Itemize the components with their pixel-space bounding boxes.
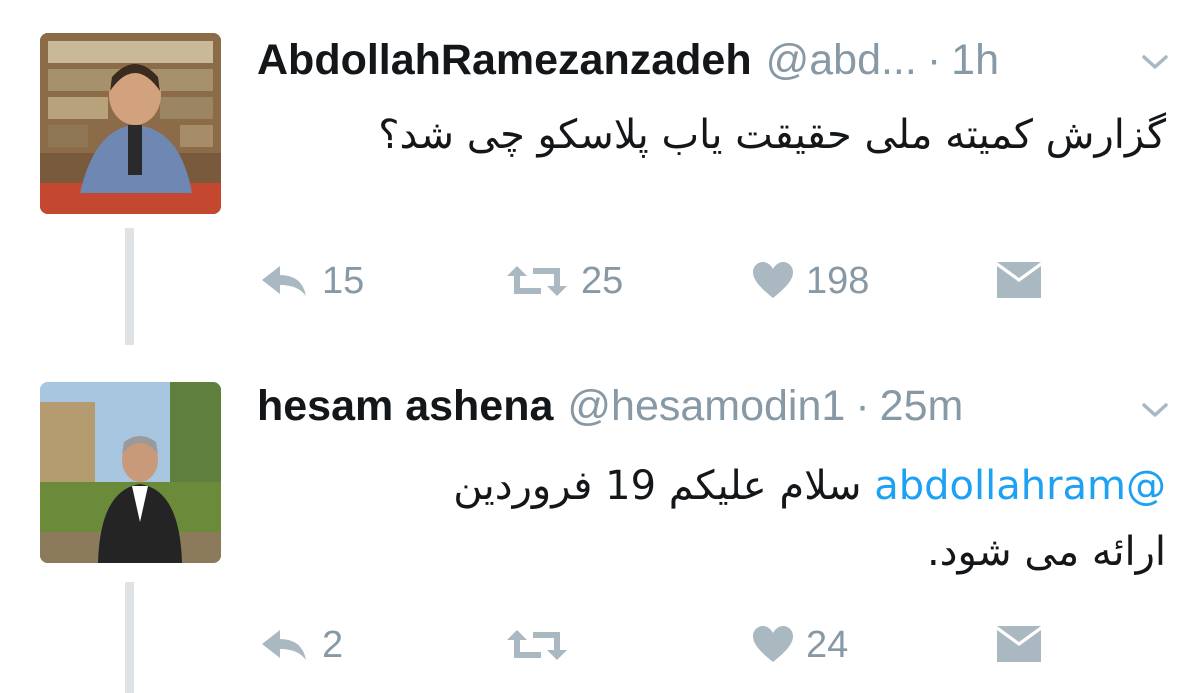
retweet-count: 25	[581, 259, 624, 302]
reply-icon	[262, 630, 306, 660]
tweet-header: hesam ashena @hesamodin1 · 25m	[257, 376, 963, 436]
person-avatar-icon	[40, 33, 221, 214]
tweet-text-line: ارائه می شود.	[926, 529, 1166, 575]
meta-separator: ·	[926, 36, 942, 84]
reply-count: 2	[322, 623, 344, 666]
like-count: 24	[806, 623, 849, 666]
author-name[interactable]: AbdollahRamezanzadeh	[257, 30, 752, 90]
retweet-action[interactable]: 25	[505, 256, 623, 306]
like-action[interactable]: 24	[752, 620, 848, 670]
tweet-1[interactable]: AbdollahRamezanzadeh @abd... · 1h گزارش …	[0, 0, 1200, 345]
tweet-text: @abdollahram سلام علیکم 19 فروردین ارائه…	[453, 453, 1166, 585]
heart-icon	[753, 262, 793, 298]
author-handle[interactable]: @abd...	[766, 30, 917, 90]
tweet-text-line: @abdollahram سلام علیکم 19 فروردین	[453, 453, 1166, 519]
reply-count: 15	[322, 259, 365, 302]
author-avatar-2[interactable]	[40, 382, 221, 563]
tweet-timestamp[interactable]: 1h	[951, 30, 999, 90]
envelope-icon	[997, 262, 1041, 298]
chevron-down-icon[interactable]	[1140, 400, 1170, 420]
person-avatar-icon	[40, 382, 221, 563]
retweet-action[interactable]	[505, 620, 569, 670]
tweet-actions: 15 25 198	[0, 256, 1200, 306]
heart-icon	[753, 626, 793, 662]
tweet-actions: 2 24	[0, 620, 1200, 670]
author-avatar-1[interactable]	[40, 33, 221, 214]
reply-icon	[262, 266, 306, 296]
mention-link[interactable]: @abdollahram	[874, 463, 1166, 509]
author-name[interactable]: hesam ashena	[257, 376, 553, 436]
like-count: 198	[806, 259, 870, 302]
meta-separator: ·	[855, 382, 870, 430]
tweet-timestamp[interactable]: 25m	[880, 376, 964, 436]
author-handle[interactable]: @hesamodin1	[567, 376, 845, 436]
tweet-header: AbdollahRamezanzadeh @abd... · 1h	[257, 30, 999, 90]
direct-message-action[interactable]	[995, 256, 1043, 306]
tweet-text: گزارش کمیته ملی حقیقت یاب پلاسکو چی شد؟	[378, 102, 1166, 168]
tweet-text-line: گزارش کمیته ملی حقیقت یاب پلاسکو چی شد؟	[378, 112, 1166, 158]
direct-message-action[interactable]	[995, 620, 1043, 670]
reply-action[interactable]: 2	[260, 620, 343, 670]
envelope-icon	[997, 626, 1041, 662]
chevron-down-icon[interactable]	[1140, 52, 1170, 72]
retweet-icon	[507, 630, 567, 660]
like-action[interactable]: 198	[752, 256, 869, 306]
retweet-icon	[507, 266, 567, 296]
tweet-text-segment: سلام علیکم 19 فروردین	[453, 463, 862, 509]
tweet-2[interactable]: hesam ashena @hesamodin1 · 25m @abdollah…	[0, 345, 1200, 693]
reply-action[interactable]: 15	[260, 256, 364, 306]
